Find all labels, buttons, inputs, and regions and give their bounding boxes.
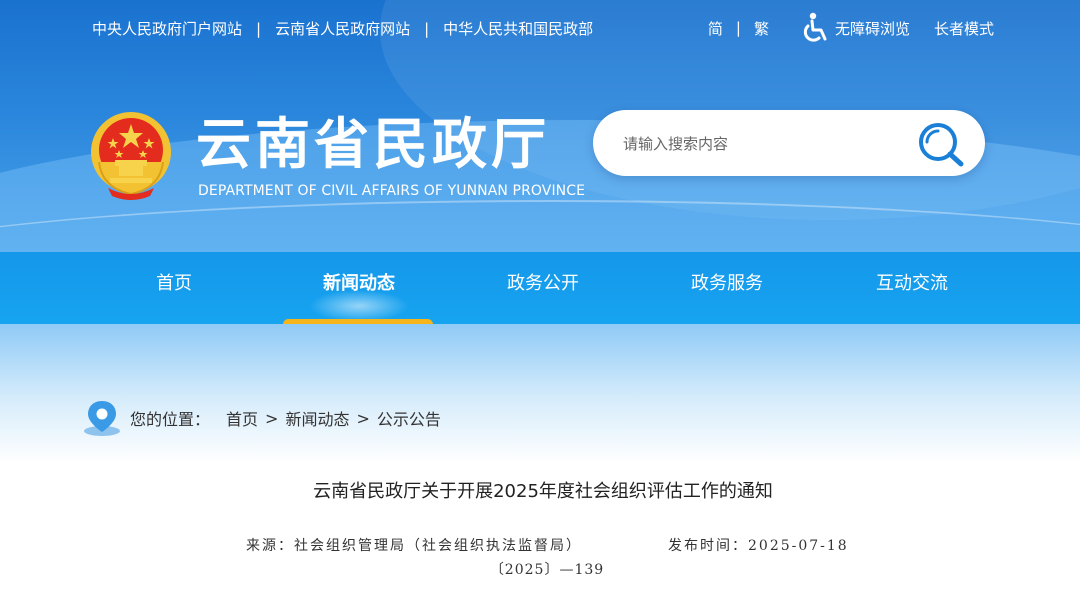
article-title: 云南省民政厅关于开展2025年度社会组织评估工作的通知: [313, 481, 773, 502]
site-title: 云南省民政厅: [196, 112, 551, 176]
elder-mode-link[interactable]: 长者模式: [934, 18, 994, 39]
accessibility-label: 无障碍浏览: [834, 19, 910, 38]
separator: |: [424, 19, 430, 38]
breadcrumb-label: 您的位置：: [130, 410, 211, 429]
article-source: 来源：社会组织管理局（社会组织执法监督局）: [246, 538, 582, 554]
breadcrumb-separator: >: [356, 408, 370, 428]
article-date: 发布时间：2025-07-18: [668, 538, 849, 554]
breadcrumb: 您的位置： 首页 > 新闻动态 > 公示公告: [82, 400, 441, 436]
simplified-chinese-link[interactable]: 简: [708, 18, 723, 39]
breadcrumb-home[interactable]: 首页: [226, 406, 258, 430]
nav-label: 政务公开: [507, 273, 579, 294]
breadcrumb-notices[interactable]: 公示公告: [377, 406, 441, 430]
location-pin-icon: [84, 401, 120, 436]
national-emblem: [91, 112, 171, 200]
link-mca[interactable]: 中华人民共和国民政部: [443, 18, 593, 39]
nav-label: 政务服务: [691, 273, 763, 294]
nav-label: 互动交流: [876, 273, 948, 294]
site-header: 中央人民政府门户网站 | 云南省人民政府网站 | 中华人民共和国民政部 简 | …: [0, 0, 1080, 252]
nav-news[interactable]: 新闻动态: [279, 252, 439, 330]
nav-interaction[interactable]: 互动交流: [832, 252, 992, 324]
nav-home[interactable]: 首页: [94, 252, 254, 324]
top-links: 中央人民政府门户网站 | 云南省人民政府网站 | 中华人民共和国民政部: [92, 18, 593, 39]
traditional-chinese-link[interactable]: 繁: [754, 18, 769, 39]
breadcrumb-separator: >: [265, 408, 279, 428]
nav-label: 首页: [156, 273, 192, 294]
separator: |: [256, 19, 262, 38]
accessibility-icon: [803, 12, 827, 42]
breadcrumb-news[interactable]: 新闻动态: [285, 406, 349, 430]
nav-gov-services[interactable]: 政务服务: [647, 252, 807, 324]
link-yunnan-gov[interactable]: 云南省人民政府网站: [275, 18, 410, 39]
active-glow: [309, 290, 409, 322]
main-nav: 首页 新闻动态 政务公开 政务服务 互动交流: [0, 252, 1080, 330]
site-subtitle: DEPARTMENT OF CIVIL AFFAIRS OF YUNNAN PR…: [198, 183, 586, 199]
accessibility-link[interactable]: 无障碍浏览: [799, 11, 910, 45]
top-toolbar: 简 | 繁 无障碍浏览 长者模式: [708, 10, 994, 46]
link-central-gov[interactable]: 中央人民政府门户网站: [92, 18, 242, 39]
article-meta: 来源：社会组织管理局（社会组织执法监督局） 发布时间：2025-07-18: [246, 535, 847, 555]
separator: |: [735, 19, 741, 37]
nav-label: 新闻动态: [323, 273, 395, 294]
document-number: 〔2025〕—139: [489, 562, 605, 578]
search-icon[interactable]: [915, 120, 967, 168]
search-input[interactable]: [621, 130, 905, 158]
nav-gov-affairs[interactable]: 政务公开: [463, 252, 623, 324]
search-box: [593, 110, 985, 176]
